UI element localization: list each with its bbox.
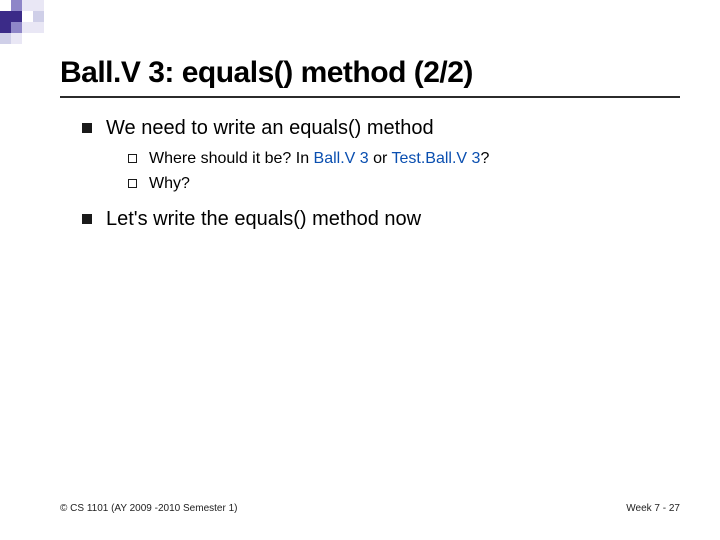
bullet-level1: Let's write the equals() method now bbox=[82, 207, 680, 232]
class-name: Test.Ball.V 3 bbox=[392, 150, 481, 167]
hollow-square-bullet-icon bbox=[128, 179, 137, 188]
bullet-level2: Where should it be? In Ball.V 3 or Test.… bbox=[128, 149, 680, 170]
corner-decoration bbox=[0, 0, 44, 44]
subbullet-text: Why? bbox=[149, 174, 190, 195]
square-bullet-icon bbox=[82, 214, 92, 224]
bullet-text: Let's write the equals() method now bbox=[106, 207, 421, 232]
text-segment: Where should it be? In bbox=[149, 150, 314, 167]
slide-title: Ball.V 3: equals() method (2/2) bbox=[60, 56, 473, 90]
hollow-square-bullet-icon bbox=[128, 154, 137, 163]
slide: Ball.V 3: equals() method (2/2) We need … bbox=[0, 0, 720, 540]
class-name: Ball.V 3 bbox=[314, 150, 369, 167]
subbullet-text: Where should it be? In Ball.V 3 or Test.… bbox=[149, 149, 489, 170]
text-segment: ? bbox=[480, 150, 489, 167]
bullet-level2: Why? bbox=[128, 174, 680, 195]
footer-page-number: Week 7 - 27 bbox=[626, 503, 680, 514]
square-bullet-icon bbox=[82, 123, 92, 133]
title-underline bbox=[60, 96, 680, 98]
text-segment: or bbox=[369, 150, 392, 167]
bullet-text: We need to write an equals() method bbox=[106, 116, 434, 141]
subbullet-group: Where should it be? In Ball.V 3 or Test.… bbox=[128, 149, 680, 195]
slide-body: We need to write an equals() method Wher… bbox=[82, 116, 680, 240]
footer-copyright: © CS 1101 (AY 2009 -2010 Semester 1) bbox=[60, 503, 237, 514]
bullet-level1: We need to write an equals() method bbox=[82, 116, 680, 141]
